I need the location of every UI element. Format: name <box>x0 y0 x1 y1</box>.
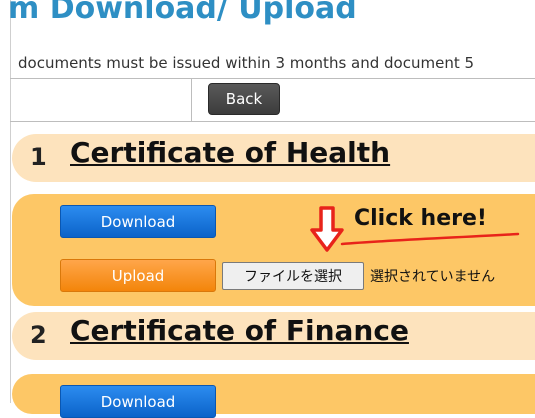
document-notice: documents must be issued within 3 months… <box>18 54 475 72</box>
section-title: Certificate of Finance <box>70 314 409 347</box>
section-title: Certificate of Health <box>70 136 391 169</box>
download-button-finance[interactable]: Download <box>60 385 216 418</box>
down-arrow-icon <box>310 206 344 252</box>
back-button[interactable]: Back <box>208 83 280 115</box>
file-select-status: 選択されていません <box>370 269 496 285</box>
download-button-health[interactable]: Download <box>60 205 216 238</box>
section-header-health: 1 Certificate of Health <box>12 134 535 182</box>
page-title: m Download/ Upload <box>8 0 357 26</box>
upload-button-health[interactable]: Upload <box>60 259 216 292</box>
section-header-finance: 2 Certificate of Finance <box>12 312 535 360</box>
section-number: 2 <box>30 321 47 349</box>
section-number: 1 <box>30 143 47 171</box>
callout-underline <box>340 232 520 246</box>
file-select-button[interactable]: ファイルを選択 <box>222 262 364 290</box>
page-left-border <box>10 0 11 403</box>
nav-table-divider <box>191 79 192 121</box>
